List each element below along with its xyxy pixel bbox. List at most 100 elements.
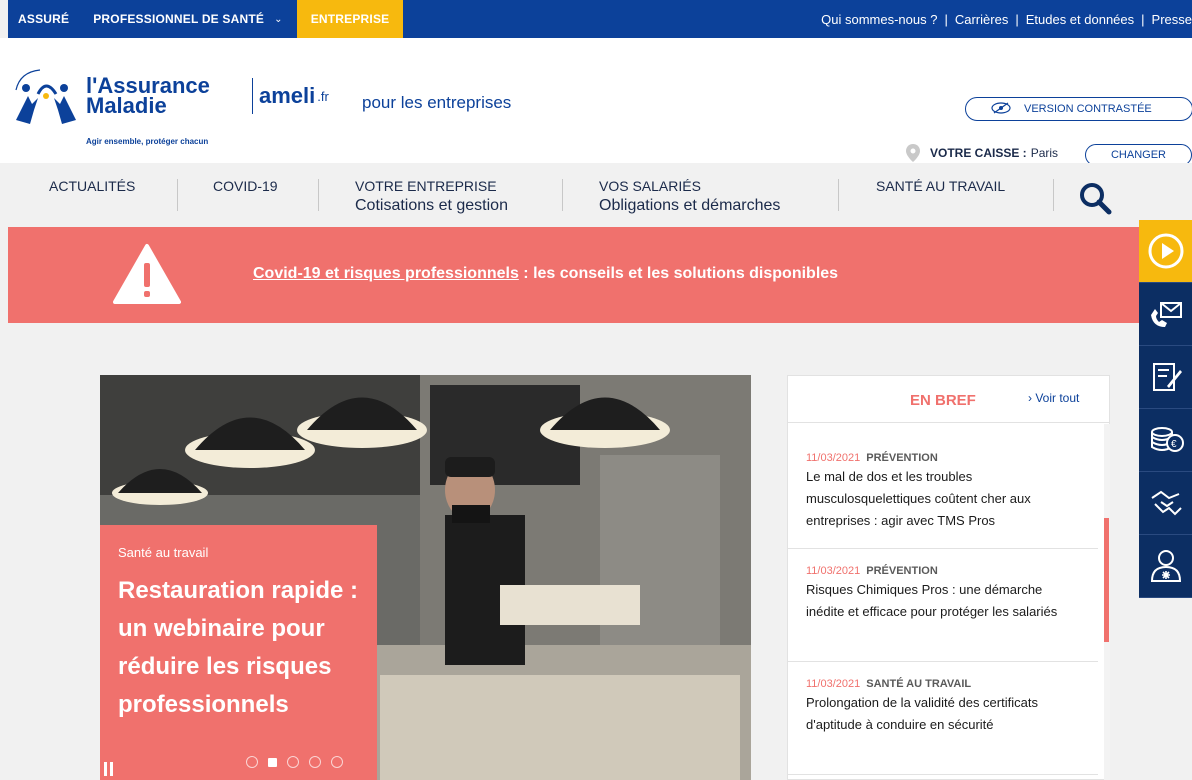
list-item[interactable]: 11/03/2021 PRÉVENTION Risques Chimiques P… <box>788 549 1098 662</box>
nav-sante-travail-label: SANTÉ AU TRAVAIL <box>876 178 1006 194</box>
hero-title: Restauration rapide : un webinaire pour … <box>118 577 359 718</box>
nav-covid[interactable]: COVID-19 <box>213 176 278 196</box>
location-pin-icon <box>906 144 920 162</box>
tab-entreprise-label: ENTREPRISE <box>310 12 390 26</box>
nav-sante-travail[interactable]: SANTÉ AU TRAVAIL <box>876 176 1005 196</box>
nav-divider <box>562 179 563 211</box>
contrast-version-button[interactable]: VERSION CONTRASTÉE <box>965 97 1192 121</box>
item-text: Risques Chimiques Pros : une démarche in… <box>806 582 1058 619</box>
search-icon[interactable] <box>1078 181 1112 215</box>
separator: | <box>944 11 948 27</box>
alert-message: Covid-19 et risques professionnels : les… <box>253 265 838 283</box>
caisse-selector: VOTRE CAISSE : Paris <box>906 144 1058 162</box>
ameli-logo[interactable]: ameli .fr <box>252 78 329 114</box>
en-bref-title: EN BREF <box>910 392 976 409</box>
nav-vos-salaries-label: VOS SALARIÉS <box>599 178 701 194</box>
logo-tagline: Agir ensemble, protéger chacun <box>86 137 209 146</box>
item-category: PRÉVENTION <box>866 565 938 577</box>
item-date: 11/03/2021 <box>806 452 861 464</box>
play-button[interactable] <box>1139 220 1192 283</box>
hero-category: Santé au travail <box>118 545 209 560</box>
alert-link[interactable]: Covid-19 et risques professionnels <box>253 265 519 282</box>
link-carrieres[interactable]: Carrières <box>955 12 1008 27</box>
payments-button[interactable]: € <box>1139 409 1192 472</box>
handshake-icon <box>1150 490 1182 516</box>
eye-slash-icon <box>990 101 1012 117</box>
top-links: Qui sommes-nous ? | Carrières | Etudes e… <box>821 0 1192 38</box>
nav-covid-label: COVID-19 <box>213 178 278 194</box>
forms-button[interactable] <box>1139 346 1192 409</box>
contact-button[interactable] <box>1139 283 1192 346</box>
user-help-button[interactable] <box>1139 535 1192 598</box>
nav-divider <box>177 179 178 211</box>
see-all-link[interactable]: › Voir tout <box>1028 391 1079 405</box>
user-help-icon <box>1150 550 1181 582</box>
carousel-dot-active[interactable] <box>268 758 277 767</box>
nav-vos-salaries[interactable]: VOS SALARIÉS Obligations et démarches <box>599 176 780 216</box>
item-category: SANTÉ AU TRAVAIL <box>866 678 972 690</box>
item-meta: 11/03/2021 SANTÉ AU TRAVAIL <box>806 678 1080 690</box>
site-header: l'Assurance Maladie Agir ensemble, proté… <box>0 38 1192 166</box>
tab-professionnel-sante-label: PROFESSIONNEL DE SANTÉ <box>93 12 265 26</box>
en-bref-panel: EN BREF › Voir tout 11/03/2021 PRÉVENTION… <box>787 375 1110 780</box>
separator: | <box>1141 11 1145 27</box>
contact-phone-mail-icon <box>1150 302 1182 327</box>
main-navigation: ACTUALITÉS COVID-19 VOTRE ENTREPRISE Cot… <box>0 163 1192 227</box>
tab-assure[interactable]: ASSURÉ <box>8 0 79 38</box>
carousel-dot[interactable] <box>309 756 321 768</box>
item-meta: 11/03/2021 PRÉVENTION <box>806 452 1080 464</box>
form-edit-icon <box>1152 363 1182 391</box>
tab-entreprise[interactable]: ENTREPRISE <box>296 0 404 44</box>
covid-alert-banner: Covid-19 et risques professionnels : les… <box>8 227 1140 323</box>
logo-line-2: Maladie <box>86 93 167 118</box>
tab-assure-label: ASSURÉ <box>18 12 70 26</box>
link-presse[interactable]: Presse <box>1152 12 1192 27</box>
carousel-dot[interactable] <box>246 756 258 768</box>
list-item[interactable]: 11/03/2021 PRÉVENTION Le mal de dos et le… <box>788 436 1098 549</box>
item-category: PRÉVENTION <box>866 452 938 464</box>
link-qui-sommes-nous[interactable]: Qui sommes-nous ? <box>821 12 937 27</box>
svg-text:€: € <box>1171 439 1177 450</box>
carousel-dots <box>246 756 343 768</box>
ameli-ext: .fr <box>317 88 329 104</box>
nav-divider <box>318 179 319 211</box>
coins-euro-icon: € <box>1150 427 1184 452</box>
item-meta: 11/03/2021 PRÉVENTION <box>806 565 1080 577</box>
item-date: 11/03/2021 <box>806 678 861 690</box>
carousel-dot[interactable] <box>331 756 343 768</box>
nav-vos-salaries-sub: Obligations et démarches <box>599 197 781 214</box>
nav-divider <box>1053 179 1054 211</box>
item-date: 11/03/2021 <box>806 565 861 577</box>
caisse-label: VOTRE CAISSE : <box>930 146 1027 160</box>
item-text: Prolongation de la validité des certific… <box>806 695 1038 732</box>
hero-card[interactable]: Santé au travail Restauration rapide : u… <box>100 525 377 780</box>
contrast-label: VERSION CONTRASTÉE <box>1024 103 1152 115</box>
partners-button[interactable] <box>1139 472 1192 535</box>
en-bref-header: EN BREF › Voir tout <box>788 376 1109 423</box>
nav-divider <box>838 179 839 211</box>
pause-icon[interactable] <box>104 762 114 776</box>
nav-votre-entreprise[interactable]: VOTRE ENTREPRISE Cotisations et gestion <box>355 176 508 216</box>
carousel-dot[interactable] <box>287 756 299 768</box>
tab-professionnel-sante[interactable]: PROFESSIONNEL DE SANTÉ ⌄ <box>79 0 296 38</box>
site-subtitle: pour les entreprises <box>362 93 512 112</box>
play-icon <box>1148 233 1183 269</box>
scrollbar-thumb[interactable] <box>1104 518 1109 642</box>
ameli-name: ameli <box>259 83 316 108</box>
warning-icon <box>113 244 181 304</box>
nav-votre-entreprise-label: VOTRE ENTREPRISE <box>355 178 497 194</box>
assurance-maladie-logo-icon[interactable] <box>12 66 82 132</box>
link-etudes-donnees[interactable]: Etudes et données <box>1026 12 1134 27</box>
list-item[interactable]: 11/03/2021 SANTÉ AU TRAVAIL Prolongation … <box>788 662 1098 775</box>
nav-actualites-label: ACTUALITÉS <box>49 178 136 194</box>
alert-text: : les conseils et les solutions disponib… <box>518 265 839 282</box>
en-bref-list: 11/03/2021 PRÉVENTION Le mal de dos et le… <box>788 436 1098 775</box>
item-text: Le mal de dos et les troubles musculosqu… <box>806 469 1031 528</box>
chevron-down-icon: ⌄ <box>274 13 283 25</box>
logo-wordmark[interactable]: l'Assurance Maladie <box>86 75 210 118</box>
top-bar: ASSURÉ PROFESSIONNEL DE SANTÉ ⌄ ENTREPRI… <box>8 0 1192 44</box>
nav-actualites[interactable]: ACTUALITÉS <box>49 176 135 196</box>
hero-carousel[interactable]: Santé au travail Restauration rapide : u… <box>100 375 751 780</box>
side-toolbar: € <box>1139 220 1192 598</box>
caisse-value: Paris <box>1030 146 1059 160</box>
